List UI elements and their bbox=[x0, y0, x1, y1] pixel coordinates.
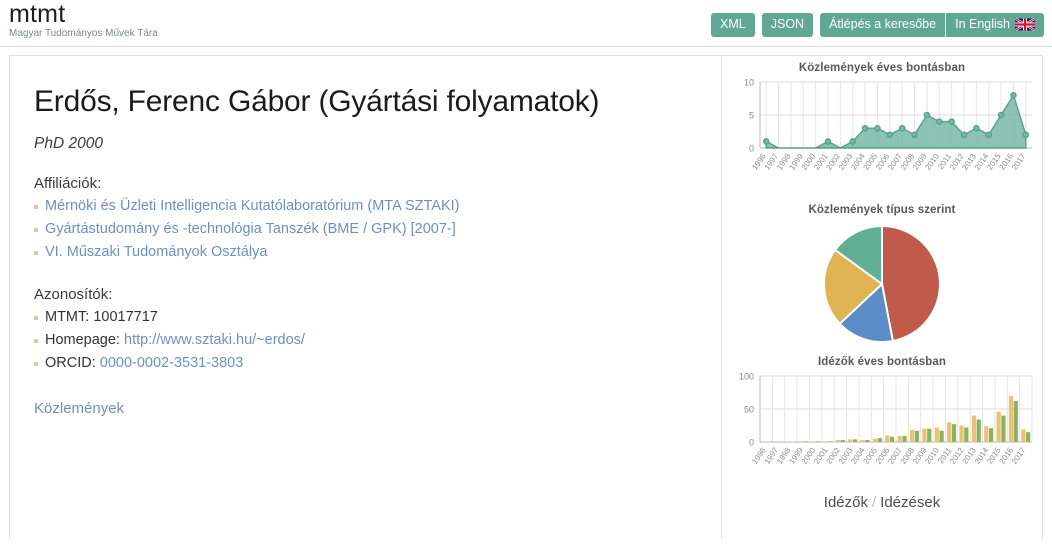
bar[interactable] bbox=[897, 436, 902, 442]
x-axis-tick: 2017 bbox=[1010, 152, 1028, 172]
bar[interactable] bbox=[1008, 395, 1014, 442]
bar[interactable] bbox=[815, 441, 821, 442]
list-item: MTMT: 10017717 bbox=[34, 306, 721, 329]
bar[interactable] bbox=[951, 424, 957, 442]
page-header: mtmt Magyar Tudományos Művek Tára XML JS… bbox=[0, 0, 1052, 47]
separator-slash: / bbox=[871, 494, 877, 511]
citers-per-year-chart[interactable]: Idézők éves bontásban 0 50 100 1996 1997 1998… bbox=[722, 356, 1042, 492]
citation-toggle: Idézők / Idézések bbox=[722, 494, 1042, 511]
chart-title: Idézők éves bontásban bbox=[818, 356, 946, 368]
bar[interactable] bbox=[1013, 401, 1018, 442]
bar[interactable] bbox=[939, 430, 944, 442]
bar[interactable] bbox=[865, 440, 870, 442]
affiliation-link[interactable]: Mérnöki és Üzleti Intelligencia Kutatóla… bbox=[45, 198, 459, 214]
identifier-label: MTMT: bbox=[45, 309, 90, 325]
degree-text: PhD 2000 bbox=[34, 135, 103, 152]
list-item: ORCID: 0000-0002-3531-3803 bbox=[34, 352, 721, 375]
language-switch-label: In English bbox=[955, 17, 1010, 31]
bar[interactable] bbox=[947, 422, 952, 442]
bar[interactable] bbox=[934, 427, 939, 442]
uk-flag-icon bbox=[1015, 18, 1035, 31]
affiliations-list: Mérnöki és Üzleti Intelligencia Kutatóla… bbox=[34, 195, 721, 264]
bar[interactable] bbox=[902, 436, 907, 442]
list-item: VI. Műszaki Tudományok Osztálya bbox=[34, 241, 721, 264]
bar[interactable] bbox=[823, 441, 828, 442]
go-to-search-button[interactable]: Átlépés a keresőbe bbox=[820, 13, 945, 37]
pie-slice-1[interactable] bbox=[881, 224, 941, 343]
orcid-link[interactable]: 0000-0002-3531-3803 bbox=[100, 355, 244, 371]
bar-chart-svg: 0501001996199719981999200020012002200320… bbox=[739, 372, 1033, 466]
list-item: Homepage: http://www.sztaki.hu/~erdos/ bbox=[34, 329, 721, 352]
bar[interactable] bbox=[852, 439, 858, 442]
affiliations-label: Affiliációk: bbox=[34, 175, 102, 192]
bar[interactable] bbox=[877, 438, 882, 442]
top-navigation: XML JSON Átlépés a keresőbe In English bbox=[711, 13, 1044, 37]
bar[interactable] bbox=[840, 440, 845, 442]
identifier-value: 10017717 bbox=[93, 309, 158, 325]
bar[interactable] bbox=[798, 441, 803, 442]
profile-column: Erdős, Ferenc Gábor (Gyártási folyamatok… bbox=[10, 56, 721, 539]
charts-column: Közlemények éves bontásban 0 5 10 1996 1997 1… bbox=[722, 56, 1042, 539]
brand-title: mtmt bbox=[9, 0, 66, 28]
y-axis-tick: 5 bbox=[749, 111, 754, 121]
identifiers-label: Azonosítók: bbox=[34, 286, 113, 303]
identifier-label: Homepage: bbox=[45, 332, 120, 348]
y-axis-tick: 0 bbox=[749, 438, 754, 448]
affiliation-link[interactable]: Gyártástudomány és -technológia Tanszék … bbox=[45, 221, 456, 237]
y-axis-tick: 50 bbox=[744, 405, 754, 415]
bar[interactable] bbox=[996, 411, 1001, 442]
bar[interactable] bbox=[927, 428, 932, 442]
list-item: Gyártástudomány és -technológia Tanszék … bbox=[34, 218, 721, 241]
pie-chart-svg bbox=[823, 224, 941, 343]
search-language-group: Átlépés a keresőbe In English bbox=[820, 13, 1044, 37]
bar[interactable] bbox=[922, 428, 927, 442]
publications-link[interactable]: Közlemények bbox=[34, 400, 124, 417]
language-switch-button[interactable]: In English bbox=[946, 13, 1044, 37]
publications-section: Közlemények bbox=[34, 400, 721, 417]
bar[interactable] bbox=[890, 436, 895, 442]
x-axis-tick: 2017 bbox=[1010, 446, 1028, 466]
bar[interactable] bbox=[971, 415, 976, 442]
brand: mtmt Magyar Tudományos Művek Tára bbox=[9, 1, 158, 40]
area-chart-svg: 0510199619971998199920002001200220032004… bbox=[744, 78, 1032, 172]
bar[interactable] bbox=[914, 430, 919, 442]
bar[interactable] bbox=[976, 419, 981, 442]
bar[interactable] bbox=[964, 427, 969, 442]
bar[interactable] bbox=[1001, 415, 1006, 442]
bar[interactable] bbox=[860, 440, 865, 442]
y-axis-tick: 0 bbox=[749, 144, 754, 154]
y-axis-tick: 100 bbox=[739, 372, 754, 382]
main-panel: Erdős, Ferenc Gábor (Gyártási folyamatok… bbox=[9, 55, 1043, 539]
bar[interactable] bbox=[835, 440, 840, 442]
bar[interactable] bbox=[885, 435, 890, 442]
chart-title: Közlemények típus szerint bbox=[808, 204, 956, 216]
json-button[interactable]: JSON bbox=[761, 13, 814, 37]
bar[interactable] bbox=[828, 441, 833, 442]
bar[interactable] bbox=[959, 425, 964, 443]
bar[interactable] bbox=[872, 438, 878, 442]
bar[interactable] bbox=[1026, 432, 1031, 442]
button-separator bbox=[945, 13, 947, 37]
list-item: Mérnöki és Üzleti Intelligencia Kutatóla… bbox=[34, 195, 721, 218]
citations-link[interactable]: Idézések bbox=[880, 494, 940, 511]
bar[interactable] bbox=[811, 441, 816, 442]
publications-by-type-chart[interactable]: Közlemények típus szerint bbox=[722, 204, 1042, 350]
bar[interactable] bbox=[988, 428, 994, 442]
bar[interactable] bbox=[848, 439, 853, 442]
xml-button[interactable]: XML bbox=[711, 13, 755, 37]
chart-title: Közlemények éves bontásban bbox=[798, 62, 966, 74]
identifiers-list: MTMT: 10017717 Homepage: http://www.szta… bbox=[34, 306, 721, 375]
affiliation-link[interactable]: VI. Műszaki Tudományok Osztálya bbox=[45, 244, 267, 260]
bar[interactable] bbox=[984, 426, 989, 442]
identifier-label: ORCID: bbox=[45, 355, 96, 371]
citers-link[interactable]: Idézők bbox=[824, 494, 868, 511]
bar[interactable] bbox=[803, 441, 808, 442]
publications-per-year-chart[interactable]: Közlemények éves bontásban 0 5 10 1996 1997 1… bbox=[722, 62, 1042, 198]
homepage-link[interactable]: http://www.sztaki.hu/~erdos/ bbox=[124, 332, 305, 348]
brand-subtitle: Magyar Tudományos Művek Tára bbox=[9, 28, 158, 39]
page-title: Erdős, Ferenc Gábor (Gyártási folyamatok… bbox=[34, 85, 600, 118]
bar[interactable] bbox=[909, 430, 915, 442]
y-axis-tick: 10 bbox=[744, 78, 754, 88]
bar[interactable] bbox=[1021, 429, 1026, 442]
